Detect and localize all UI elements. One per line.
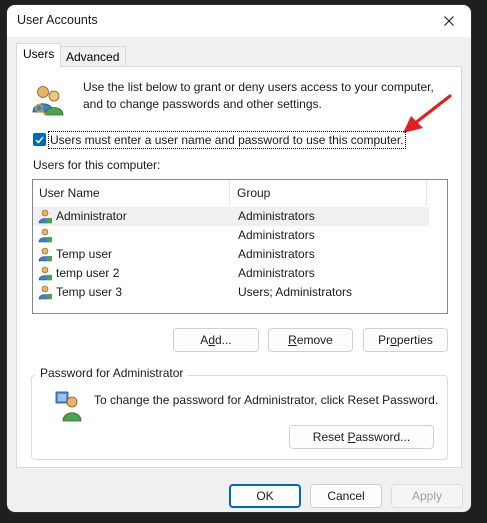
user-name-cell: temp user 2 bbox=[56, 266, 120, 280]
users-list[interactable]: User Name Group Administrator Administra… bbox=[32, 179, 448, 314]
intro-description: Use the list below to grant or deny user… bbox=[83, 79, 443, 113]
user-icon bbox=[38, 247, 52, 262]
users-tab-panel: Use the list below to grant or deny user… bbox=[16, 66, 462, 468]
user-group-cell: Users; Administrators bbox=[238, 285, 353, 299]
column-header-group[interactable]: Group bbox=[231, 180, 427, 206]
tab-users[interactable]: Users bbox=[16, 43, 62, 67]
tab-advanced[interactable]: Advanced bbox=[59, 46, 127, 66]
user-group-cell: Administrators bbox=[238, 247, 315, 261]
user-name-cell: Temp user 3 bbox=[56, 285, 123, 299]
user-icon bbox=[38, 228, 52, 243]
close-icon bbox=[444, 16, 454, 26]
users-group-icon bbox=[32, 86, 64, 116]
user-icon bbox=[38, 266, 52, 281]
user-row-administrator[interactable]: Administrator Administrators bbox=[33, 207, 429, 226]
user-name-cell: Administrator bbox=[56, 209, 127, 223]
user-icon bbox=[55, 391, 82, 422]
user-row-temp-user-2[interactable]: temp user 2 Administrators bbox=[33, 264, 429, 283]
cancel-button[interactable]: Cancel bbox=[310, 484, 382, 508]
apply-button: Apply bbox=[391, 484, 463, 508]
password-group-legend: Password for Administrator bbox=[36, 366, 188, 380]
user-icon bbox=[38, 285, 52, 300]
user-row-temp-user[interactable]: Temp user Administrators bbox=[33, 245, 429, 264]
users-list-label: Users for this computer: bbox=[33, 158, 161, 172]
intro-line-1: Use the list below to grant or deny user… bbox=[83, 80, 434, 94]
properties-button[interactable]: Properties bbox=[363, 328, 448, 352]
user-group-cell: Administrators bbox=[238, 266, 315, 280]
intro-line-2: and to change passwords and other settin… bbox=[83, 97, 322, 111]
require-password-label[interactable]: Users must enter a user name and passwor… bbox=[48, 131, 406, 149]
user-name-cell: Temp user bbox=[56, 247, 113, 261]
ok-button[interactable]: OK bbox=[229, 484, 301, 508]
user-icon bbox=[38, 209, 52, 224]
checkmark-icon bbox=[35, 136, 44, 144]
window-title: User Accounts bbox=[17, 13, 98, 27]
add-user-button[interactable]: Add... bbox=[173, 328, 259, 352]
user-accounts-window: User Accounts Users Advanced Use the lis… bbox=[7, 5, 471, 512]
require-password-checkbox[interactable] bbox=[33, 133, 46, 146]
column-header-user-name[interactable]: User Name bbox=[33, 180, 230, 206]
user-group-cell: Administrators bbox=[238, 228, 315, 242]
title-bar: User Accounts bbox=[7, 5, 471, 37]
password-instructions: To change the password for Administrator… bbox=[94, 393, 439, 407]
user-group-cell: Administrators bbox=[238, 209, 315, 223]
remove-user-button[interactable]: Remove bbox=[268, 328, 353, 352]
user-row-temp-user-3[interactable]: Temp user 3 Users; Administrators bbox=[33, 283, 429, 302]
annotation-arrow-icon bbox=[403, 94, 452, 133]
user-row-unnamed[interactable]: Administrators bbox=[33, 226, 429, 245]
reset-password-button[interactable]: Reset Password... bbox=[289, 425, 434, 449]
users-list-scrollbar[interactable] bbox=[429, 180, 447, 313]
close-button[interactable] bbox=[427, 5, 471, 37]
